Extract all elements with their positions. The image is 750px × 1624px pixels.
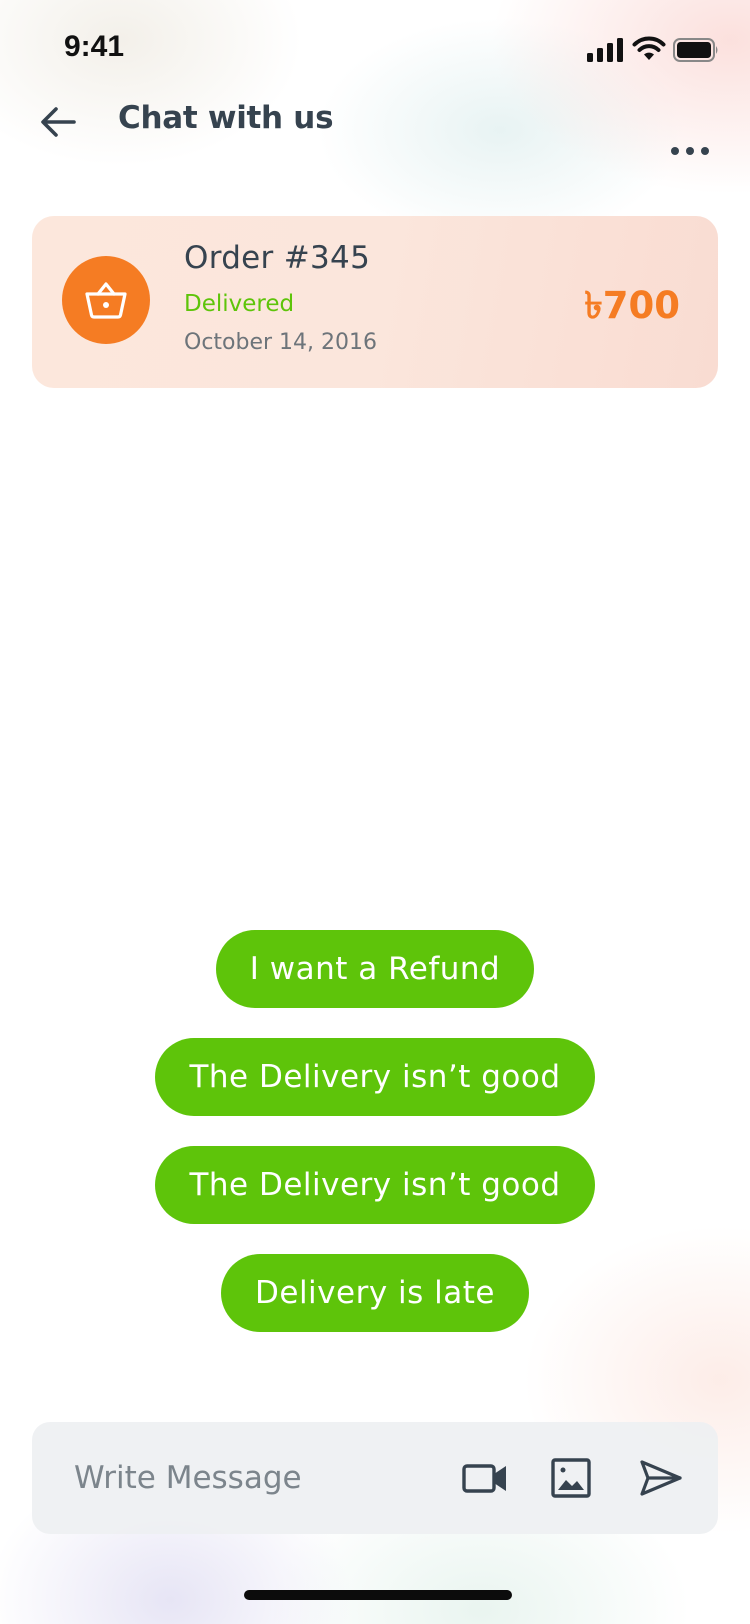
order-price: ৳700: [584, 284, 680, 327]
home-indicator: [244, 1590, 512, 1600]
message-input[interactable]: [74, 1448, 414, 1508]
order-status: Delivered: [184, 291, 295, 317]
image-icon[interactable]: [548, 1456, 594, 1500]
quick-reply-delivery-late[interactable]: Delivery is late: [221, 1254, 529, 1332]
quick-reply-refund[interactable]: I want a Refund: [215, 930, 535, 1008]
order-card[interactable]: Order #345 Delivered October 14, 2016 ৳7…: [32, 216, 718, 388]
order-icon-badge: [62, 256, 150, 344]
page-title: Chat with us: [118, 100, 334, 136]
video-camera-icon[interactable]: [462, 1456, 508, 1500]
basket-icon: [85, 282, 127, 319]
message-composer: [32, 1422, 718, 1534]
wifi-icon: [632, 36, 666, 60]
quick-reply-delivery-not-good[interactable]: The Delivery isn’t good: [155, 1038, 595, 1116]
more-options-icon[interactable]: [670, 144, 710, 158]
quick-replies: I want a Refund The Delivery isn’t good …: [0, 930, 750, 1362]
status-time: 9:41: [64, 30, 125, 63]
back-arrow-icon[interactable]: [36, 100, 80, 144]
status-bar: 9:41: [0, 0, 750, 100]
send-icon[interactable]: [638, 1456, 684, 1500]
order-number: Order #345: [184, 240, 371, 276]
order-date: October 14, 2016: [184, 330, 378, 355]
header: Chat with us: [0, 90, 750, 180]
battery-icon: [673, 38, 718, 62]
cellular-signal-icon: [587, 38, 623, 62]
quick-reply-delivery-not-good-2[interactable]: The Delivery isn’t good: [155, 1146, 595, 1224]
